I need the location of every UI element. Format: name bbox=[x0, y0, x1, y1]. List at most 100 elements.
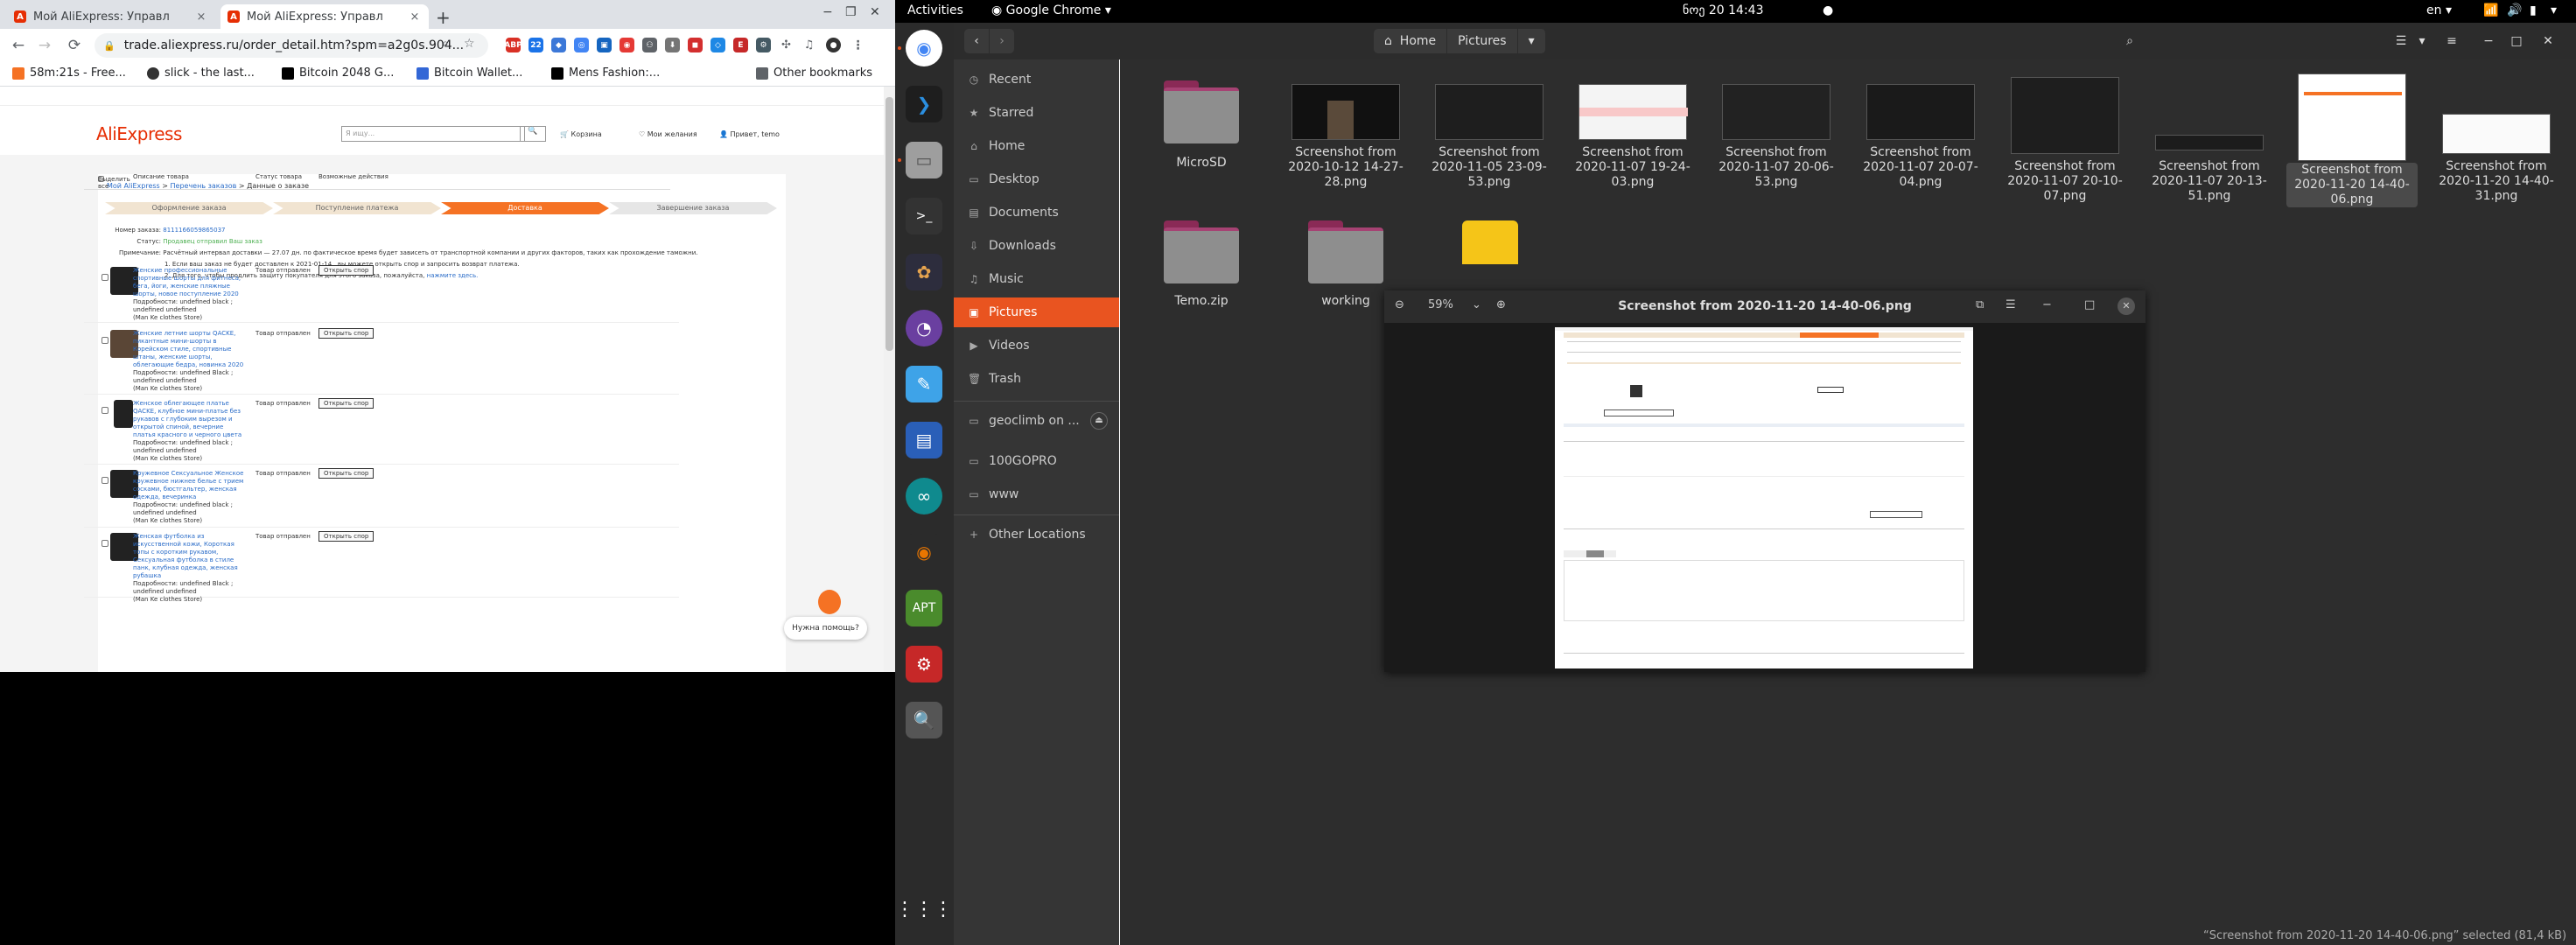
slideshow-icon[interactable]: ⧉ bbox=[1976, 298, 1984, 312]
sidebar-item-music[interactable]: ♫ Music bbox=[954, 264, 1119, 294]
sidebar-item-downloads[interactable]: ⇩ Downloads bbox=[954, 231, 1119, 261]
file-item[interactable]: Screenshot from 2020-11-07 20-07-04.png bbox=[1855, 77, 1986, 200]
cart-link[interactable]: 🛒 Корзина bbox=[560, 130, 602, 138]
new-tab-button[interactable]: + bbox=[436, 7, 451, 28]
extension-icon[interactable]: ◎ bbox=[574, 38, 589, 52]
extension-icon[interactable]: 22 bbox=[528, 38, 543, 52]
extension-icon[interactable]: ◆ bbox=[551, 38, 566, 52]
extension-icon[interactable]: ⚙ bbox=[756, 38, 771, 52]
extension-icon[interactable]: ◉ bbox=[620, 38, 634, 52]
sidebar-item-100gopro[interactable]: ▭ 100GOPRO bbox=[954, 446, 1119, 476]
extension-icon[interactable]: ◇ bbox=[710, 38, 725, 52]
product-link[interactable]: Женская футболка из искусственной кожи, … bbox=[133, 533, 238, 579]
extension-icon[interactable]: ⚇ bbox=[642, 38, 657, 52]
activities-button[interactable]: Activities bbox=[907, 4, 963, 18]
sidebar-item-home[interactable]: ⌂ Home bbox=[954, 131, 1119, 161]
sidebar-item-recent[interactable]: ◷ Recent bbox=[954, 65, 1119, 94]
product-link[interactable]: Женские профессиональные спортивные шорт… bbox=[133, 267, 241, 298]
other-bookmarks[interactable]: Other bookmarks bbox=[756, 66, 872, 80]
battery-icon[interactable]: ▮ bbox=[2530, 4, 2537, 18]
tab-aliexpress-1[interactable]: A Мой AliExpress: Управл × bbox=[7, 4, 215, 29]
file-item-selected[interactable]: Screenshot from 2020-11-20 14-40-06.png bbox=[2286, 70, 2418, 207]
menu-icon[interactable]: ≡ bbox=[2440, 29, 2464, 53]
minimize-button[interactable]: − bbox=[2042, 298, 2052, 312]
page-scrollbar[interactable] bbox=[884, 87, 895, 672]
file-item[interactable]: MicroSD bbox=[1136, 77, 1267, 182]
row-checkbox[interactable] bbox=[102, 407, 108, 414]
bookmark-item[interactable]: Bitcoin 2048 G... bbox=[282, 66, 394, 80]
davinci-dock-icon[interactable]: ✿ bbox=[906, 254, 942, 290]
displayed-image[interactable] bbox=[1555, 327, 1973, 668]
clock[interactable]: ნოე 20 14:43 bbox=[1683, 4, 1764, 18]
media-icon[interactable]: ♫ bbox=[802, 38, 816, 52]
path-pictures-button[interactable]: Pictures bbox=[1447, 29, 1518, 53]
wifi-icon[interactable]: 📶 bbox=[2483, 4, 2498, 18]
extensions-puzzle-icon[interactable]: ✣ bbox=[779, 38, 794, 52]
row-checkbox[interactable] bbox=[102, 477, 108, 484]
scrollbar-thumb[interactable] bbox=[886, 97, 893, 351]
apt-dock-icon[interactable]: APT bbox=[906, 590, 942, 626]
menu-icon[interactable]: ☰ bbox=[2006, 298, 2016, 312]
back-button[interactable]: ‹ bbox=[964, 29, 989, 53]
vscode-dock-icon[interactable]: ❯ bbox=[906, 86, 942, 122]
maximize-button[interactable]: □ bbox=[2084, 298, 2095, 312]
help-mascot-icon[interactable] bbox=[818, 590, 841, 614]
terminal-dock-icon[interactable]: >_ bbox=[906, 198, 942, 234]
path-home-button[interactable]: ⌂ Home bbox=[1374, 29, 1448, 53]
address-bar[interactable]: 🔒 trade.aliexpress.ru/order_detail.htm?s… bbox=[94, 33, 488, 58]
sidebar-item-starred[interactable]: ★ Starred bbox=[954, 98, 1119, 128]
view-list-icon[interactable]: ☰ bbox=[2389, 29, 2413, 53]
extension-icon[interactable]: ▣ bbox=[597, 38, 612, 52]
open-dispute-button[interactable]: Открыть спор bbox=[318, 265, 374, 276]
file-item[interactable]: Screenshot from 2020-11-05 23-09-53.png bbox=[1424, 77, 1555, 200]
account-link[interactable]: 👤 Привет, temo bbox=[719, 130, 780, 138]
maximize-button[interactable]: ❐ bbox=[845, 5, 857, 19]
search-input[interactable]: Я ищу... bbox=[341, 126, 525, 142]
adblock-extension-icon[interactable]: ABP bbox=[504, 38, 522, 52]
wishlist-link[interactable]: ♡ Мои желания bbox=[639, 130, 697, 138]
bookmark-item[interactable]: Mens Fashion:... bbox=[551, 66, 660, 80]
product-link[interactable]: Женское облегающее платье QACKE, клубное… bbox=[133, 400, 242, 438]
sidebar-item-pictures[interactable]: ▣ Pictures bbox=[954, 298, 1119, 327]
maximize-button[interactable]: □ bbox=[2504, 29, 2529, 53]
language-indicator[interactable]: en ▾ bbox=[2426, 4, 2452, 18]
avatar[interactable]: ● bbox=[826, 38, 841, 52]
product-link[interactable]: Кружевное Сексуальное Женское кружевное … bbox=[133, 470, 243, 500]
product-thumbnail[interactable] bbox=[114, 400, 133, 428]
sidebar-item-www[interactable]: ▭ www bbox=[954, 480, 1119, 509]
app-menu[interactable]: ◉ Google Chrome ▾ bbox=[991, 4, 1111, 18]
extension-icon[interactable]: ◼ bbox=[688, 38, 703, 52]
search-icon[interactable]: ⌕ bbox=[442, 37, 449, 51]
close-tab-icon[interactable]: × bbox=[194, 10, 208, 24]
extension-icon[interactable]: E bbox=[733, 38, 748, 52]
select-all-label[interactable]: Выделить все bbox=[98, 173, 130, 190]
file-item[interactable]: Screenshot from 2020-11-20 14-40-31.png bbox=[2431, 77, 2562, 203]
system-menu-icon[interactable]: ▾ bbox=[2551, 4, 2557, 18]
file-item[interactable]: Screenshot from 2020-11-07 20-13-51.png bbox=[2144, 77, 2275, 203]
view-options-icon[interactable]: ▾ bbox=[2413, 29, 2431, 53]
forward-button[interactable]: → bbox=[32, 37, 58, 54]
extension-icon[interactable]: ⬇ bbox=[665, 38, 680, 52]
sidebar-item-other-locations[interactable]: + Other Locations bbox=[954, 520, 1119, 550]
back-button[interactable]: ← bbox=[5, 37, 32, 54]
podcast-dock-icon[interactable]: ◔ bbox=[906, 310, 942, 346]
text-editor-dock-icon[interactable]: ✎ bbox=[906, 366, 942, 402]
volume-icon[interactable]: 🔊 bbox=[2507, 4, 2522, 18]
arduino-dock-icon[interactable]: ∞ bbox=[906, 478, 942, 514]
open-dispute-button[interactable]: Открыть спор bbox=[318, 398, 374, 409]
file-item[interactable] bbox=[1424, 208, 1555, 264]
close-tab-icon[interactable]: × bbox=[408, 10, 422, 24]
file-item[interactable]: Screenshot from 2020-10-12 14-27-28.png bbox=[1280, 77, 1411, 200]
product-link[interactable]: Женские летние шорты QACKE, пикантные ми… bbox=[133, 330, 243, 368]
path-menu-button[interactable]: ▾ bbox=[1517, 29, 1546, 53]
show-apps-icon[interactable]: ⋮⋮⋮ bbox=[895, 891, 953, 928]
minimize-button[interactable]: − bbox=[822, 5, 833, 19]
sidebar-item-videos[interactable]: ▶ Videos bbox=[954, 331, 1119, 360]
search-dock-icon[interactable]: 🔍 bbox=[906, 702, 942, 738]
row-checkbox[interactable] bbox=[102, 337, 108, 344]
open-dispute-button[interactable]: Открыть спор bbox=[318, 328, 374, 339]
forward-button[interactable]: › bbox=[990, 29, 1014, 53]
close-window-button[interactable]: ✕ bbox=[870, 5, 880, 19]
open-dispute-button[interactable]: Открыть спор bbox=[318, 468, 374, 479]
search-button[interactable]: 🔍 bbox=[520, 126, 546, 142]
